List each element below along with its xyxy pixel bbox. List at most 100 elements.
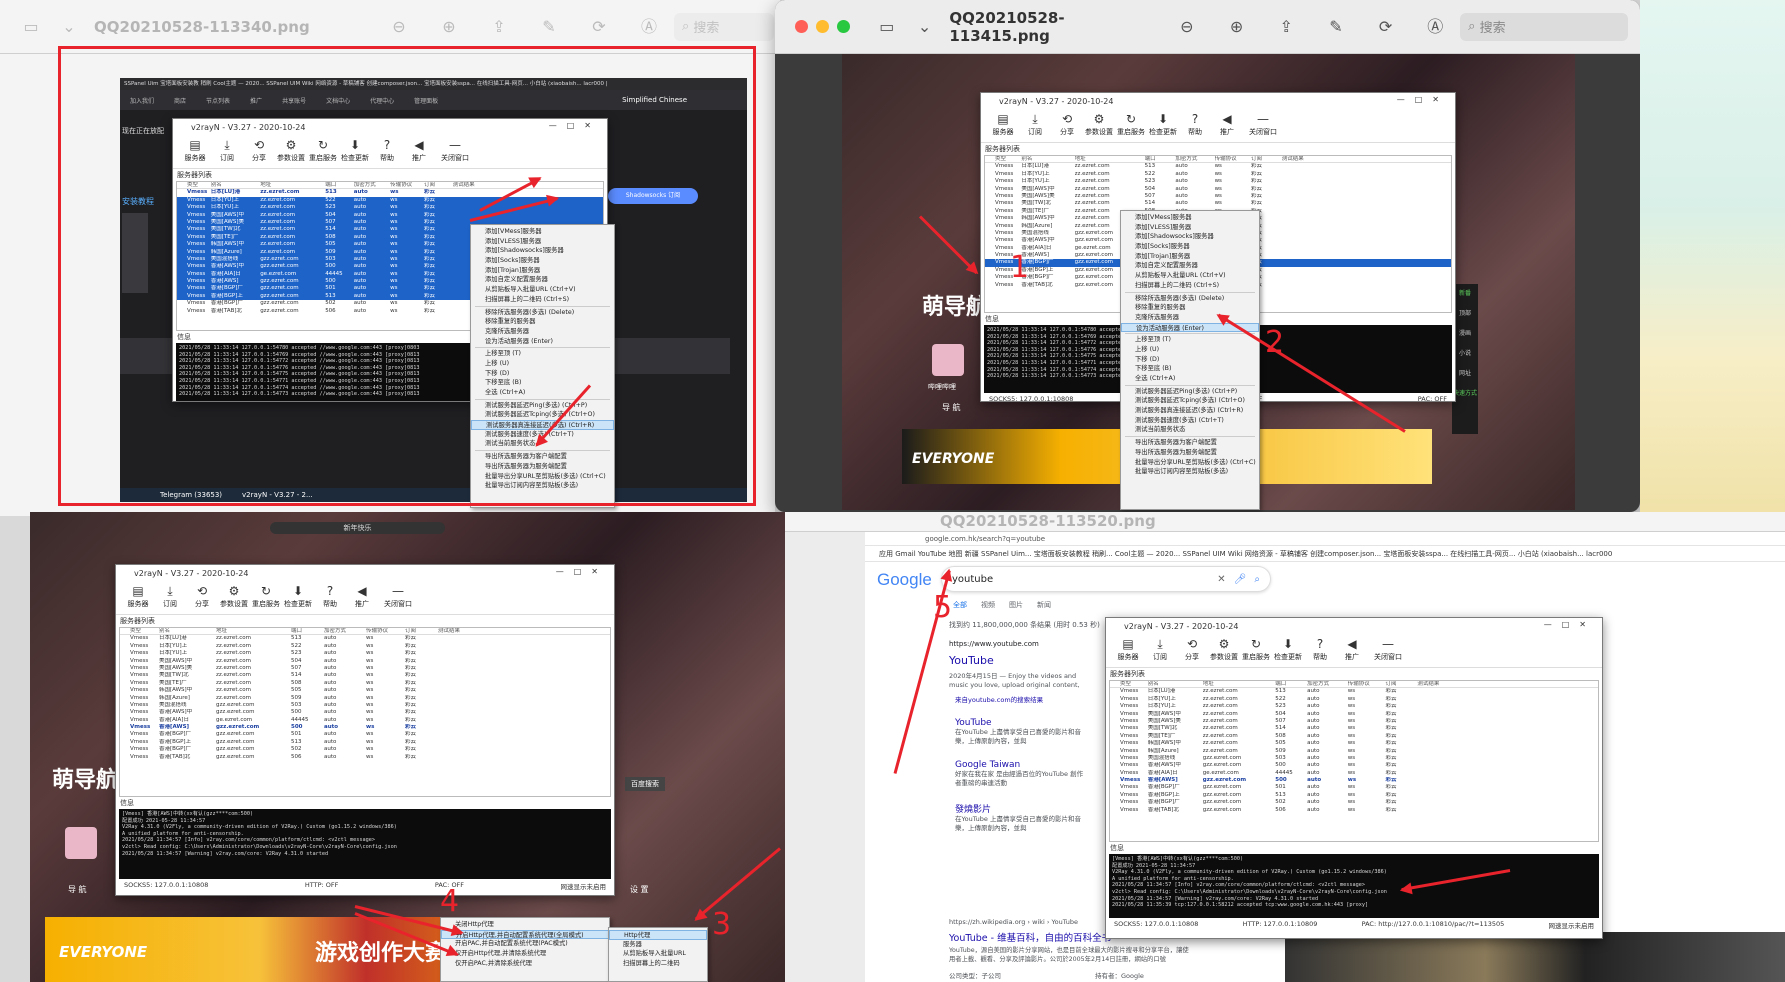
table-row[interactable]: Vmess 日本[LU]港 zz.ezret.com 513 auto ws 彩云 (120, 635, 610, 642)
tool-promote[interactable]: ◀ 推广 (1211, 111, 1243, 137)
context-menu-item[interactable]: 添加[Socks]服务器 (1121, 242, 1259, 252)
tray-menu-item[interactable]: 仅开启PAC,并清除系统代理 (441, 959, 609, 969)
window-controls[interactable]: —□✕ (1397, 95, 1449, 104)
tool-promote[interactable]: ◀ 推广 (1336, 636, 1368, 662)
tray-main-item[interactable]: 服务器 (609, 940, 707, 950)
column-header[interactable]: 测试结果 (1282, 156, 1338, 162)
tool-update[interactable]: ⬇ 检查更新 (282, 583, 314, 609)
tab-news[interactable]: 新闻 (1037, 600, 1051, 610)
tab-all[interactable]: 全部 (953, 600, 967, 610)
context-menu-item[interactable]: 全选 (Ctrl+A) (1121, 374, 1259, 384)
table-row[interactable]: Vmess 香港[BGP]广 gzz.ezret.com 501 auto ws 彩云 (1110, 784, 1598, 791)
google-search-box[interactable]: youtube ✕ 🎤︎ ⌕ (941, 566, 1271, 592)
tab-images[interactable]: 图片 (1009, 600, 1023, 610)
table-row[interactable]: Vmess 日本[YU]上 zz.ezret.com 523 auto ws 彩云 (1110, 703, 1598, 710)
sidebar-toggle-icon[interactable]: ▭ (876, 16, 898, 38)
mic-icon[interactable]: 🎤︎ (1234, 574, 1247, 585)
table-row[interactable]: Vmess 韩国[Azure] zz.ezret.com 509 auto ws 彩云 (1110, 748, 1598, 755)
tool-update[interactable]: ⬇ 检查更新 (1272, 636, 1304, 662)
table-row[interactable]: Vmess 美国[AWS]中 zz.ezret.com 504 auto ws 彩云 (120, 658, 610, 665)
bilibili-tile[interactable] (932, 344, 964, 376)
tool-reload[interactable]: ↻ 重启服务 (1240, 636, 1272, 662)
table-row[interactable]: Vmess 香港[AIA]日 ge.ezret.com 44445 auto ws 彩云 (120, 717, 610, 724)
google-logo[interactable]: Google (877, 570, 932, 590)
zoom-in-icon[interactable]: ⊕ (438, 16, 460, 38)
context-menu-item[interactable]: 批量导出订阅内容至剪贴板(多选) (1121, 467, 1259, 477)
tool-promote[interactable]: ◀ 推广 (346, 583, 378, 609)
tool-settings[interactable]: ⚙ 参数设置 (1208, 636, 1240, 662)
context-menu-item[interactable]: 批量导出分享URL至剪贴板(多选) (Ctrl+C) (1121, 458, 1259, 468)
table-row[interactable]: Vmess 日本[YU]上 zz.ezret.com 522 auto ws 彩云 (985, 171, 1451, 178)
left-search-field[interactable]: ⌕ 搜索 (674, 12, 774, 41)
zoom-out-icon[interactable]: ⊖ (388, 16, 410, 38)
context-menu-item[interactable]: 下移至底 (B) (1121, 364, 1259, 374)
table-row[interactable]: Vmess 美国[TW]北 zz.ezret.com 514 auto ws 彩云 (120, 672, 610, 679)
close-icon[interactable] (795, 20, 808, 33)
window-controls[interactable]: —□✕ (1544, 620, 1596, 629)
context-menu-item[interactable]: 上移 (U) (1121, 345, 1259, 355)
context-menu-item[interactable]: 导出所选服务器为客户端配置 (1121, 438, 1259, 448)
more-from-site[interactable]: 来自youtube.com的搜索结果 (955, 694, 1043, 704)
column-header[interactable]: 测试结果 (1417, 681, 1475, 687)
table-row[interactable]: Vmess 日本[YU]上 zz.ezret.com 522 auto ws 彩云 (1110, 696, 1598, 703)
tray-main-item[interactable]: 扫描屏幕上的二维码 (609, 959, 707, 969)
table-row[interactable]: Vmess 韩国[AWS]中 zz.ezret.com 505 auto ws 彩云 (120, 687, 610, 694)
sitelink[interactable]: 發燒影片 在YouTube 上盡情享受自己喜愛的影片和音樂，上傳原創內容，並與 (955, 802, 1085, 833)
tool-server[interactable]: ▤ 服务器 (122, 583, 154, 609)
table-row[interactable]: Vmess 香港[BGP]广 gzz.ezret.com 502 auto ws 彩云 (1110, 799, 1598, 806)
context-menu-item[interactable]: 添加[Trojan]服务器 (1121, 252, 1259, 262)
tool-share[interactable]: ⟲ 分享 (1051, 111, 1083, 137)
column-header[interactable]: 地址 (1075, 156, 1145, 162)
tool-server[interactable]: ▤ 服务器 (987, 111, 1019, 137)
tool-subscribe[interactable]: ⤓ 订阅 (154, 583, 186, 609)
tool-settings[interactable]: ⚙ 参数设置 (1083, 111, 1115, 137)
sidebar-toggle-icon[interactable]: ▭ (20, 16, 42, 38)
tray-menu-item[interactable]: 开启Http代理,并自动配置系统代理(全局模式) (441, 929, 609, 940)
browser-address-bar[interactable]: google.com.hk/search?q=youtube (865, 532, 1785, 546)
table-row[interactable]: Vmess 美国[TW]北 zz.ezret.com 514 auto ws 彩云 (1110, 725, 1598, 732)
column-header[interactable]: 传输协议 (1215, 156, 1251, 162)
sitelink[interactable]: YouTube 在YouTube 上盡情享受自己喜愛的影片和音樂，上傳原創內容，並… (955, 718, 1085, 746)
tool-close-window[interactable]: — 关闭窗口 (1243, 111, 1283, 137)
tool-server[interactable]: ▤ 服务器 (1112, 636, 1144, 662)
share-icon[interactable]: ⇪ (1275, 16, 1297, 38)
context-menu-item[interactable]: 测试服务器真连接延迟(多选) (Ctrl+R) (1121, 406, 1259, 416)
clear-icon[interactable]: ✕ (1217, 574, 1225, 585)
table-row[interactable]: Vmess 香港[AWS]中 gzz.ezret.com 500 auto ws 彩云 (1110, 762, 1598, 769)
table-row[interactable]: Vmess 美国混搭线 gzz.ezret.com 503 auto ws 彩云 (120, 702, 610, 709)
table-row[interactable]: Vmess 韩国[Azure] zz.ezret.com 509 auto ws 彩云 (120, 695, 610, 702)
context-menu-item[interactable]: 扫描屏幕上的二维码 (Ctrl+S) (1121, 281, 1259, 291)
tray-main-item[interactable]: 从剪贴板导入批量URL (609, 949, 707, 959)
table-row[interactable]: Vmess 美国[AWS]美 zz.ezret.com 507 auto ws 彩云 (985, 193, 1451, 200)
table-row[interactable]: Vmess 美国[TW]北 zz.ezret.com 514 auto ws 彩云 (985, 200, 1451, 207)
tool-subscribe[interactable]: ⤓ 订阅 (1144, 636, 1176, 662)
result-title[interactable]: YouTube (949, 654, 994, 667)
column-header[interactable]: 加密方式 (324, 628, 366, 634)
context-menu-item[interactable]: 添加[Shadowsocks]服务器 (1121, 232, 1259, 242)
tray-menu-item[interactable]: 关闭Http代理 (441, 920, 609, 930)
right-search-field[interactable]: ⌕ 搜索 (1460, 12, 1628, 41)
column-header[interactable]: 加密方式 (1307, 681, 1348, 687)
tool-close-window[interactable]: — 关闭窗口 (1368, 636, 1408, 662)
table-row[interactable]: Vmess 香港[AWS]中 gzz.ezret.com 500 auto ws 彩云 (120, 709, 610, 716)
table-row[interactable]: Vmess 美国[TE]广 zz.ezret.com 508 auto ws 彩云 (120, 680, 610, 687)
tool-share[interactable]: ⟲ 分享 (1176, 636, 1208, 662)
table-row[interactable]: Vmess 日本[YU]上 zz.ezret.com 522 auto ws 彩云 (120, 643, 610, 650)
annotate-icon[interactable]: Ⓐ (638, 16, 660, 38)
column-header[interactable]: 订阅 (1385, 681, 1417, 687)
tool-help[interactable]: ? 帮助 (1179, 111, 1211, 137)
table-row[interactable]: Vmess 日本[YU]上 zz.ezret.com 523 auto ws 彩云 (985, 178, 1451, 185)
table-row[interactable]: Vmess 日本[LU]港 zz.ezret.com 513 auto ws 彩云 (985, 163, 1451, 170)
table-row[interactable]: Vmess 日本[YU]上 zz.ezret.com 523 auto ws 彩云 (120, 650, 610, 657)
chevron-down-icon[interactable]: ⌄ (914, 16, 936, 38)
table-row[interactable]: Vmess 香港[AIA]日 ge.ezret.com 44445 auto ws 彩云 (1110, 770, 1598, 777)
table-row[interactable]: Vmess 香港[BGP]上 gzz.ezret.com 513 auto ws 彩云 (1110, 792, 1598, 799)
column-header[interactable]: 地址 (1203, 681, 1276, 687)
search-icon[interactable]: ⌕ (1254, 574, 1260, 585)
zoom-out-icon[interactable]: ⊖ (1176, 16, 1198, 38)
column-header[interactable]: 类型 (985, 156, 1021, 162)
tool-update[interactable]: ⬇ 检查更新 (1147, 111, 1179, 137)
table-row[interactable]: Vmess 韩国[AWS]中 zz.ezret.com 505 auto ws 彩云 (1110, 740, 1598, 747)
maximize-icon[interactable] (837, 20, 850, 33)
column-header[interactable]: 订阅 (1251, 156, 1282, 162)
